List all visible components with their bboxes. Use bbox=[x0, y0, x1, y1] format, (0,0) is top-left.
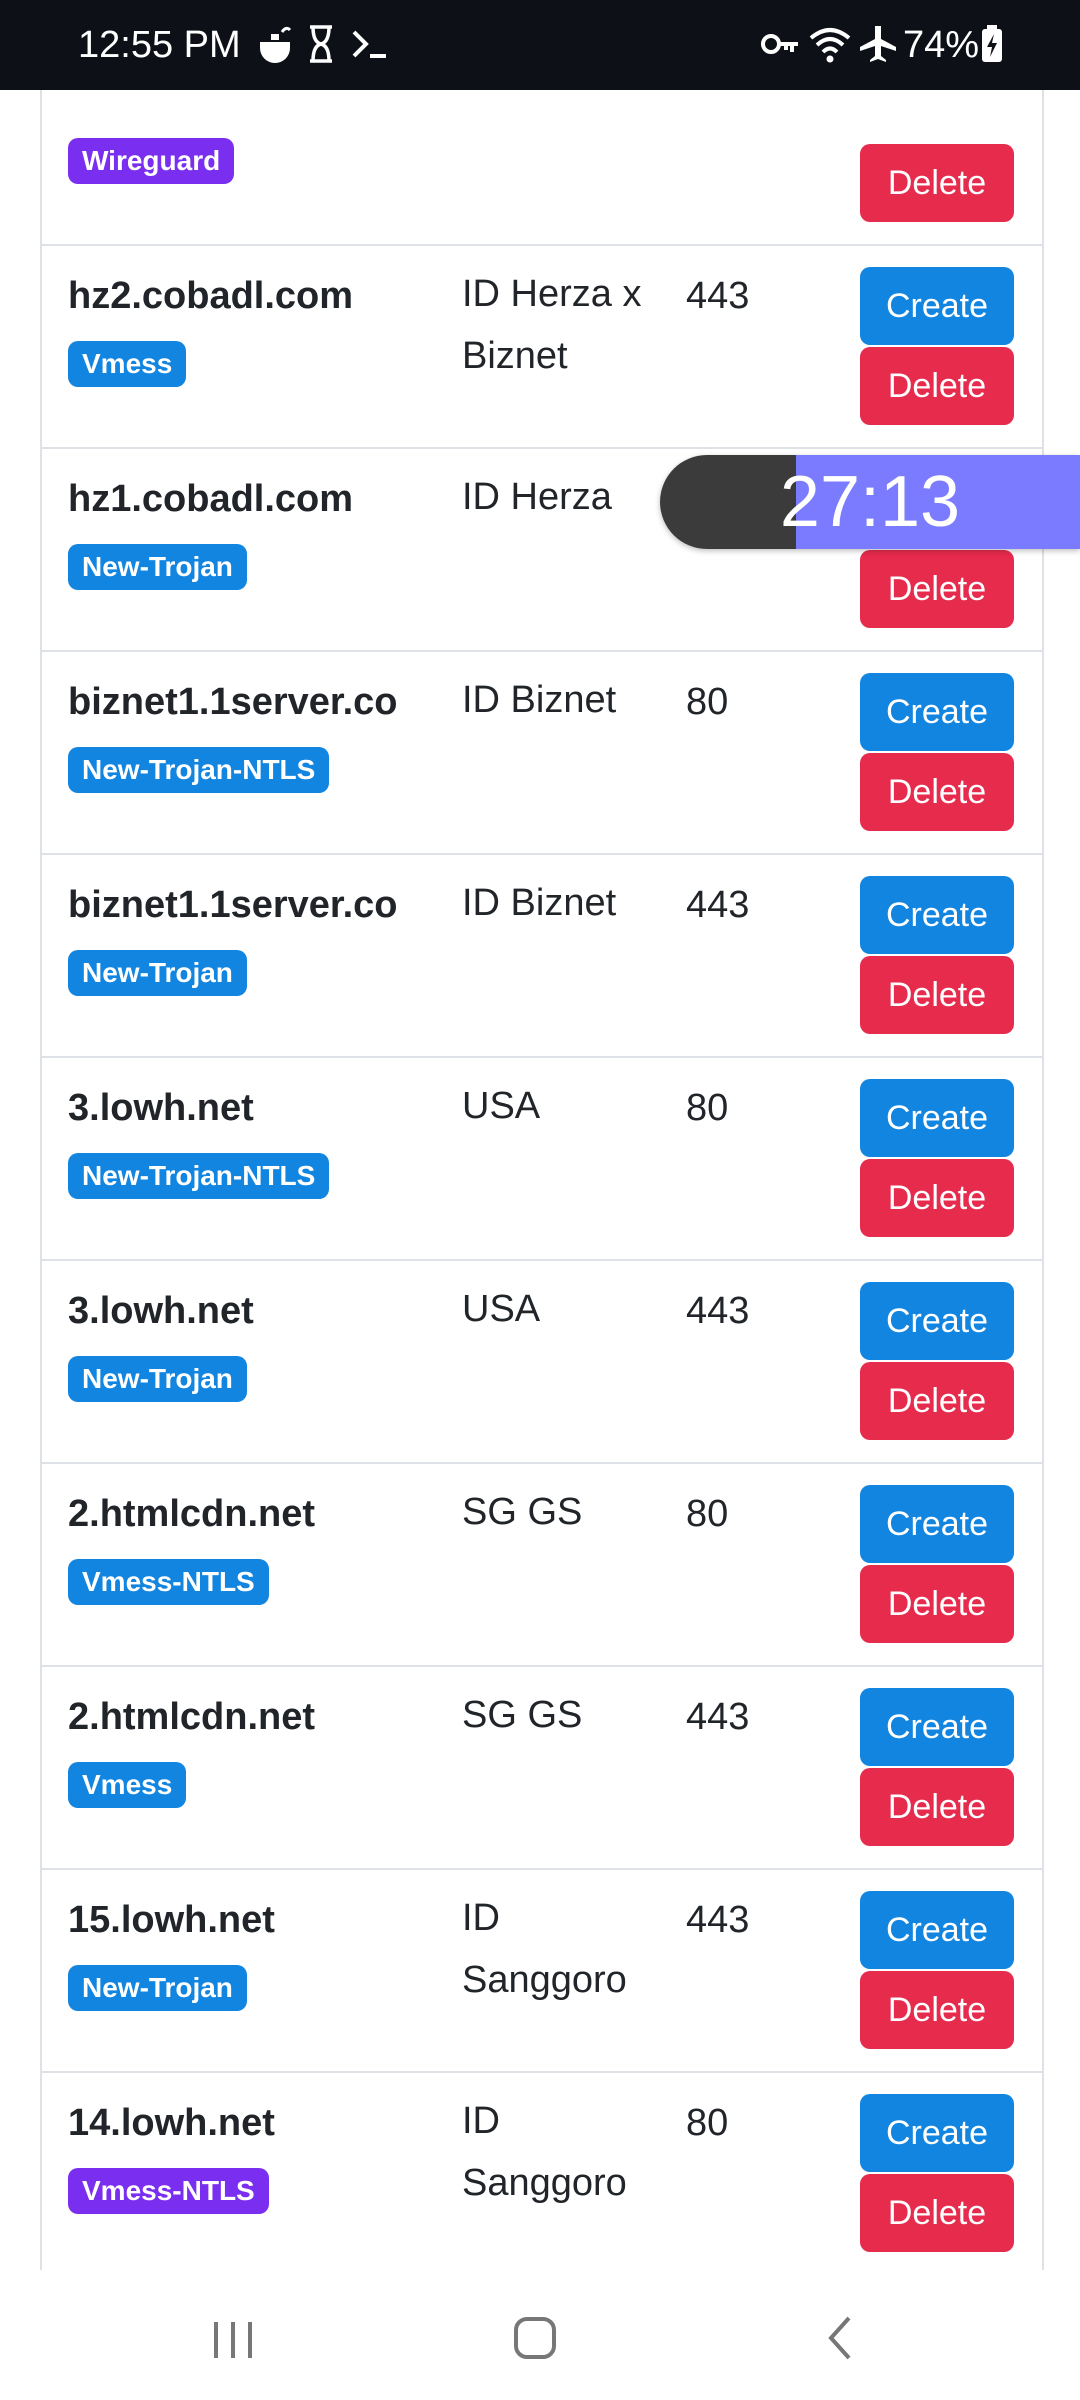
table-row: 3.lowh.net New-Trojan USA 443 Create Delete bbox=[42, 1260, 1042, 1464]
create-button[interactable]: Create bbox=[860, 673, 1014, 751]
server-location: ID Herza x Biznet bbox=[462, 273, 642, 377]
create-button[interactable]: Create bbox=[860, 2094, 1014, 2172]
create-button[interactable]: Create bbox=[860, 1079, 1014, 1157]
status-time: 12:55 PM bbox=[78, 24, 241, 66]
delete-button[interactable]: Delete bbox=[860, 1565, 1014, 1643]
server-port: 80 bbox=[686, 1493, 729, 1535]
table-row: 2.htmlcdn.net Vmess SG GS 443 Create Delete bbox=[42, 1666, 1042, 1870]
server-port: 443 bbox=[686, 1899, 750, 1941]
server-host: 3.lowh.net bbox=[68, 1290, 254, 1332]
terminal-icon bbox=[352, 30, 386, 58]
create-button[interactable]: Create bbox=[860, 1688, 1014, 1766]
airplane-icon bbox=[860, 26, 896, 62]
battery-charging-icon bbox=[982, 25, 1002, 62]
delete-button[interactable]: Delete bbox=[860, 144, 1014, 222]
protocol-badge: Wireguard bbox=[68, 138, 235, 184]
table-row: biznet1.1server.co New-Trojan-NTLS ID Bizn… bbox=[42, 651, 1042, 855]
server-port: 443 bbox=[686, 884, 750, 926]
server-location: ID Sanggoro bbox=[462, 1897, 627, 2001]
delete-button[interactable]: Delete bbox=[860, 347, 1014, 425]
delete-button[interactable]: Delete bbox=[860, 2174, 1014, 2252]
delete-button[interactable]: Delete bbox=[860, 753, 1014, 831]
back-icon[interactable] bbox=[805, 2302, 875, 2372]
hourglass-icon bbox=[310, 25, 332, 63]
server-host: hz1.cobadl.com bbox=[68, 478, 354, 520]
server-port: 80 bbox=[686, 2102, 729, 2144]
key-icon bbox=[761, 34, 798, 54]
server-host: 2.htmlcdn.net bbox=[68, 1696, 316, 1738]
delete-button[interactable]: Delete bbox=[860, 1971, 1014, 2049]
cooking-pot-icon bbox=[260, 26, 292, 63]
server-location: USA bbox=[462, 1288, 541, 1330]
create-button[interactable]: Create bbox=[860, 876, 1014, 954]
protocol-badge: Vmess-NTLS bbox=[68, 1559, 269, 1605]
protocol-badge: New-Trojan bbox=[68, 544, 247, 590]
delete-button[interactable]: Delete bbox=[860, 1362, 1014, 1440]
server-host: biznet1.1server.co bbox=[68, 884, 398, 926]
server-location: ID Biznet bbox=[462, 882, 617, 924]
delete-button[interactable]: Delete bbox=[860, 956, 1014, 1034]
create-button[interactable]: Create bbox=[860, 1282, 1014, 1360]
protocol-badge: Vmess bbox=[68, 1762, 187, 1808]
delete-button[interactable]: Delete bbox=[860, 550, 1014, 628]
server-location: ID Biznet bbox=[462, 679, 617, 721]
protocol-badge: New-Trojan bbox=[68, 1356, 247, 1402]
wifi-icon bbox=[809, 28, 851, 63]
server-host: 15.lowh.net bbox=[68, 1899, 275, 1941]
floating-timer[interactable]: 27:13 bbox=[660, 455, 1080, 549]
table-row: hz2.cobadl.com Vmess ID Herza x Biznet 443 C… bbox=[42, 245, 1042, 449]
create-button[interactable]: Create bbox=[860, 267, 1014, 345]
protocol-badge: Vmess-NTLS bbox=[68, 2168, 269, 2214]
navigation-bar bbox=[0, 2272, 1080, 2400]
table-row: 2.htmlcdn.net Vmess-NTLS SG GS 80 Create Dele… bbox=[42, 1463, 1042, 1667]
server-host: 3.lowh.net bbox=[68, 1087, 254, 1129]
table-row: biznet1.1server.co New-Trojan ID Biznet 443… bbox=[42, 854, 1042, 1058]
server-port: 443 bbox=[686, 1696, 750, 1738]
delete-button[interactable]: Delete bbox=[860, 1159, 1014, 1237]
server-location: SG GS bbox=[462, 1491, 583, 1533]
recent-apps-icon[interactable] bbox=[198, 2302, 268, 2372]
server-port: 80 bbox=[686, 681, 729, 723]
protocol-badge: Vmess bbox=[68, 341, 187, 387]
protocol-badge: New-Trojan bbox=[68, 1965, 247, 2011]
server-table: Wireguard Delete hz2.cobadl.com Vmess ID Her… bbox=[40, 90, 1044, 2270]
server-host: 14.lowh.net bbox=[68, 2102, 275, 2144]
server-host: hz2.cobadl.com bbox=[68, 275, 354, 317]
table-row: 14.lowh.net Vmess-NTLS ID Sanggoro 80 Create… bbox=[42, 2072, 1042, 2270]
server-port: 443 bbox=[686, 275, 750, 317]
battery-percent: 74% bbox=[903, 24, 980, 66]
protocol-badge: New-Trojan-NTLS bbox=[68, 1153, 330, 1199]
delete-button[interactable]: Delete bbox=[860, 1768, 1014, 1846]
server-port: 80 bbox=[686, 1087, 729, 1129]
create-button[interactable]: Create bbox=[860, 1485, 1014, 1563]
server-location: USA bbox=[462, 1085, 541, 1127]
protocol-badge: New-Trojan-NTLS bbox=[68, 747, 330, 793]
server-host: 2.htmlcdn.net bbox=[68, 1493, 316, 1535]
protocol-badge: New-Trojan bbox=[68, 950, 247, 996]
server-host: biznet1.1server.co bbox=[68, 681, 398, 723]
home-icon[interactable] bbox=[500, 2302, 570, 2372]
server-location: ID Herza bbox=[462, 476, 612, 518]
table-row: 15.lowh.net New-Trojan ID Sanggoro 443 Creat… bbox=[42, 1869, 1042, 2073]
timer-value: 27:13 bbox=[779, 462, 961, 542]
table-row: Wireguard Delete bbox=[42, 90, 1042, 246]
status-bar: 12:55 PM 74% bbox=[0, 0, 1080, 90]
server-location: ID Sanggoro bbox=[462, 2100, 627, 2204]
create-button[interactable]: Create bbox=[860, 1891, 1014, 1969]
server-location: SG GS bbox=[462, 1694, 583, 1736]
table-row: 3.lowh.net New-Trojan-NTLS USA 80 Create Dele… bbox=[42, 1057, 1042, 1261]
server-port: 443 bbox=[686, 1290, 750, 1332]
